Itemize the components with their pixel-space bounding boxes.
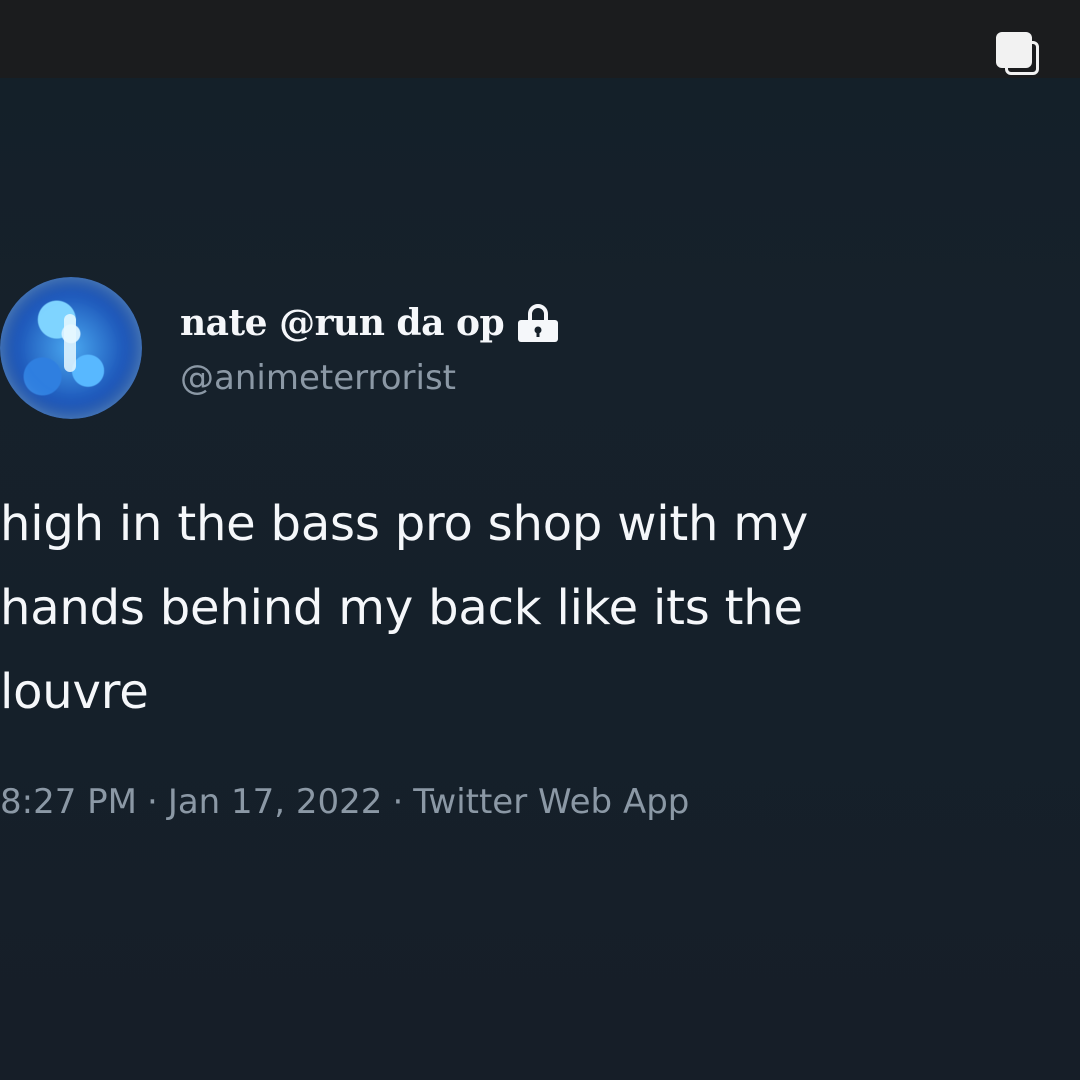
separator: ·: [392, 782, 404, 822]
tweet-text: high in the bass pro shop with my hands …: [0, 496, 809, 720]
lock-icon: [518, 304, 559, 342]
author-name-row[interactable]: nate @run da op: [180, 298, 562, 348]
tweet-date[interactable]: Jan 17, 2022: [168, 782, 383, 822]
user-handle[interactable]: @animeterrorist: [180, 358, 456, 398]
multiple-posts-icon[interactable]: [996, 32, 1044, 80]
top-bar: [0, 0, 1080, 78]
tweet-time[interactable]: 8:27 PM: [0, 782, 137, 822]
avatar-highlight: [64, 314, 76, 372]
post-frame: nate @run da op @animeterrorist high in …: [0, 0, 1080, 1080]
separator: ·: [147, 782, 158, 822]
tweet-source[interactable]: Twitter Web App: [413, 782, 689, 822]
display-name: nate @run da op: [180, 302, 505, 344]
tweet-metadata: 8:27 PM · Jan 17, 2022 · Twitter Web App: [0, 782, 689, 822]
